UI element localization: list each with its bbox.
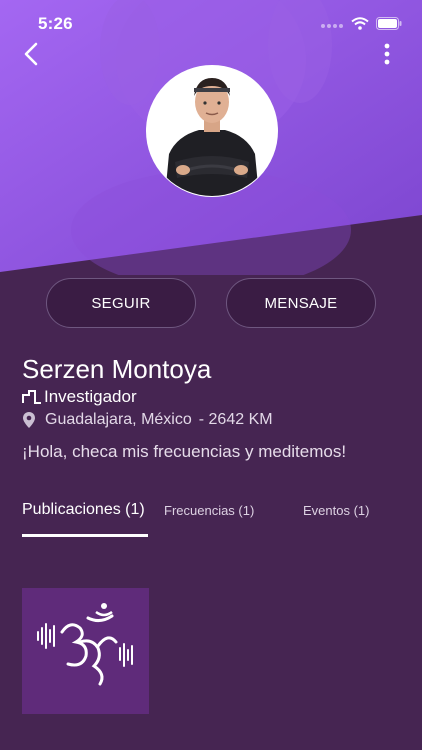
more-vertical-icon: [384, 43, 390, 65]
follow-button-label: SEGUIR: [91, 294, 151, 312]
tab-publicaciones[interactable]: Publicaciones (1): [22, 501, 148, 519]
profile-avatar[interactable]: [146, 65, 278, 197]
tab-eventos[interactable]: Eventos (1): [303, 503, 369, 518]
chevron-left-icon: [24, 42, 38, 66]
signal-dots-icon: [321, 23, 343, 28]
profile-name: Serzen Montoya: [22, 354, 212, 384]
tab-frecuencias[interactable]: Frecuencias (1): [164, 503, 254, 518]
profile-bio: ¡Hola, checa mis frecuencias y meditemos…: [22, 442, 347, 461]
message-button-label: MENSAJE: [264, 294, 338, 312]
status-bar: 5:26: [0, 0, 422, 44]
status-time: 5:26: [38, 14, 73, 33]
status-icons: [320, 17, 402, 30]
more-options-button[interactable]: [380, 42, 394, 66]
profile-header: 5:26: [0, 0, 422, 275]
post-thumbnail[interactable]: [22, 588, 149, 714]
profile-screen: 5:26 SEGUIR MENSAJE Serzen Montoya Inves…: [0, 0, 422, 750]
profile-distance: - 2642 KM: [198, 411, 273, 428]
profile-role: Investigador: [22, 386, 137, 408]
location-pin-icon: [23, 412, 35, 428]
avatar-photo: [147, 66, 277, 196]
profile-role-label: Investigador: [44, 387, 137, 406]
om-sound-wave-icon: [22, 588, 149, 714]
active-tab-indicator: [22, 534, 148, 537]
profile-tabs: Publicaciones (1) Frecuencias (1) Evento…: [0, 495, 422, 540]
back-button[interactable]: [18, 40, 46, 68]
pulse-icon: [22, 390, 41, 404]
battery-icon: [376, 17, 402, 30]
message-button[interactable]: MENSAJE: [226, 278, 376, 328]
profile-location-label: Guadalajara, México: [45, 411, 192, 428]
wifi-icon: [351, 17, 369, 30]
profile-location: Guadalajara, México - 2642 KM: [22, 409, 273, 431]
follow-button[interactable]: SEGUIR: [46, 278, 196, 328]
